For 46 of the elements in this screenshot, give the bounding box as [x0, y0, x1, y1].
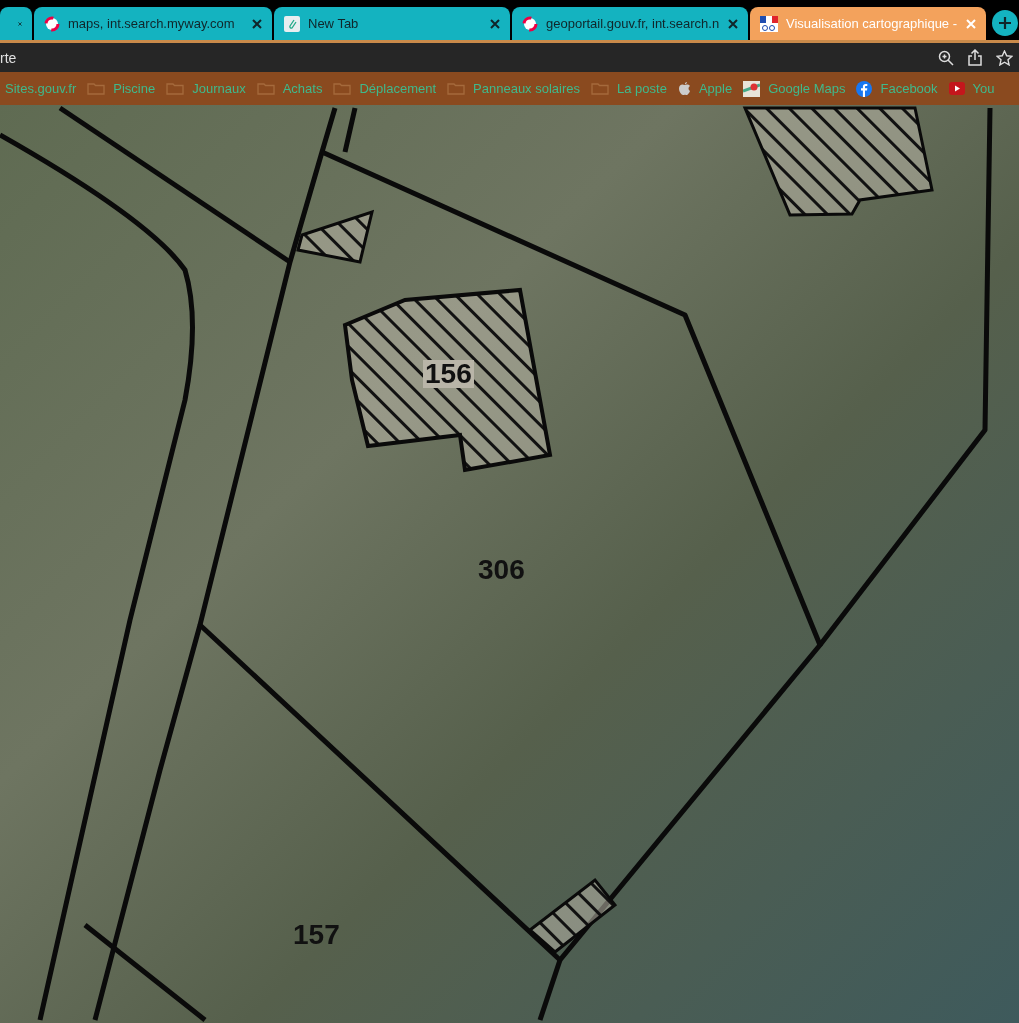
bookmark-link[interactable]: Déplacement	[333, 78, 437, 99]
parcel-number: 306	[478, 556, 525, 584]
folder-icon	[447, 82, 466, 95]
flag-icon	[760, 15, 778, 32]
bookmark-link[interactable]: La poste	[591, 78, 667, 99]
zoom-icon[interactable]	[938, 49, 954, 66]
parcel-number: 156	[423, 360, 474, 388]
bookmark-link[interactable]: Sites.gouv.fr	[5, 78, 77, 99]
ring-icon	[522, 15, 538, 32]
parcel-number: 157	[293, 921, 340, 949]
paperclip-icon	[284, 15, 300, 32]
folder-icon	[87, 82, 106, 95]
bookmark-link[interactable]: Google Maps	[743, 78, 846, 99]
close-icon[interactable]	[728, 18, 738, 29]
folder-icon	[256, 82, 275, 95]
bookmark-link[interactable]: Piscine	[87, 78, 156, 99]
browser-tab[interactable]: maps, int.search.myway.com	[34, 7, 272, 40]
bookmark-link[interactable]: Journaux	[166, 78, 246, 99]
browser-tab[interactable]: geoportail.gouv.fr, int.search.n	[512, 7, 748, 40]
browser-tab[interactable]	[0, 7, 32, 40]
new-tab-button[interactable]	[992, 10, 1018, 36]
share-icon[interactable]	[968, 49, 982, 66]
map-pin-icon	[743, 80, 761, 97]
bookmark-link[interactable]: Apple	[677, 78, 733, 99]
folder-icon	[591, 82, 610, 95]
facebook-icon	[856, 80, 873, 97]
folder-icon	[333, 82, 352, 95]
browser-tab[interactable]: Visualisation cartographique -	[750, 7, 986, 40]
tab-title: maps, int.search.myway.com	[68, 14, 236, 33]
address-field[interactable]: rte	[0, 43, 1019, 72]
bookmark-link[interactable]: Panneaux solaires	[447, 78, 581, 99]
bookmark-link[interactable]: Facebook	[856, 78, 938, 99]
star-icon[interactable]	[996, 49, 1013, 66]
plus-icon	[998, 16, 1012, 30]
bookmark-link[interactable]: Achats	[256, 78, 323, 99]
tab-title: geoportail.gouv.fr, int.search.n	[546, 14, 720, 33]
tab-title: New Tab	[308, 14, 360, 33]
apple-icon	[677, 81, 691, 96]
browser-tab[interactable]: New Tab	[274, 7, 510, 40]
folder-icon	[166, 82, 185, 95]
play-icon	[948, 82, 965, 95]
close-icon[interactable]	[490, 18, 500, 29]
close-icon[interactable]	[252, 18, 262, 29]
ring-icon	[44, 15, 60, 32]
bookmark-link[interactable]: You	[948, 78, 995, 99]
tab-title: Visualisation cartographique -	[786, 14, 958, 33]
